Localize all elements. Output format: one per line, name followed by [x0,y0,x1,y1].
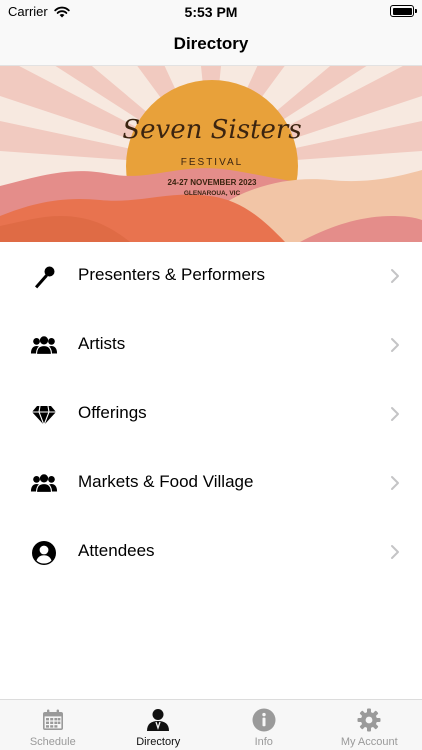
tab-schedule[interactable]: Schedule [0,700,106,750]
chevron-right-icon [391,545,399,559]
status-bar: Carrier 5:53 PM [0,0,422,24]
festival-title: Seven Sisters [122,115,301,145]
list-item-label: Artists [78,334,126,353]
navigation-bar: Directory [0,24,422,66]
battery-icon [390,5,417,17]
festival-banner-artwork: Seven Sisters FESTIVAL 24-27 NOVEMBER 20… [0,66,422,242]
diamond-icon [30,402,58,428]
chevron-right-icon [391,476,399,490]
list-item-markets-food-village[interactable]: Markets & Food Village [0,449,422,518]
list-item-label: Presenters & Performers [78,265,266,284]
list-item-artists[interactable]: Artists [0,311,422,380]
list-item-label: Markets & Food Village [78,472,254,491]
festival-subtitle: FESTIVAL [181,157,244,168]
tab-label: Info [254,736,273,748]
festival-location: GLENAROUA, VIC [184,190,241,197]
tab-directory[interactable]: Directory [106,700,212,750]
tab-my-account[interactable]: My Account [317,700,422,750]
directory-list: Presenters & Performers Artists Offering… [0,242,422,587]
chevron-right-icon [391,269,399,283]
page-title: Directory [173,34,249,53]
people-icon [30,471,58,497]
tab-label: Schedule [29,736,76,748]
chevron-right-icon [391,407,399,421]
chevron-right-icon [391,338,399,352]
festival-banner: Seven Sisters FESTIVAL 24-27 NOVEMBER 20… [0,66,422,242]
people-icon [30,333,58,359]
tab-bar: Schedule Directory Info My Account [0,699,422,750]
list-item-offerings[interactable]: Offerings [0,380,422,449]
festival-dates: 24-27 NOVEMBER 2023 [168,178,257,187]
list-item-attendees[interactable]: Attendees [0,518,422,587]
tab-label: My Account [340,736,398,748]
list-item-label: Attendees [78,541,155,560]
person-icon [145,708,171,732]
tab-info[interactable]: Info [211,700,317,750]
gear-icon [357,708,381,732]
info-icon [252,708,276,732]
list-item-presenters-performers[interactable]: Presenters & Performers [0,242,422,311]
calendar-icon [42,708,64,732]
tab-label: Directory [136,736,181,748]
list-item-label: Offerings [78,403,147,422]
user-circle-icon [30,540,58,566]
microphone-icon [30,264,58,290]
status-time: 5:53 PM [184,4,238,20]
